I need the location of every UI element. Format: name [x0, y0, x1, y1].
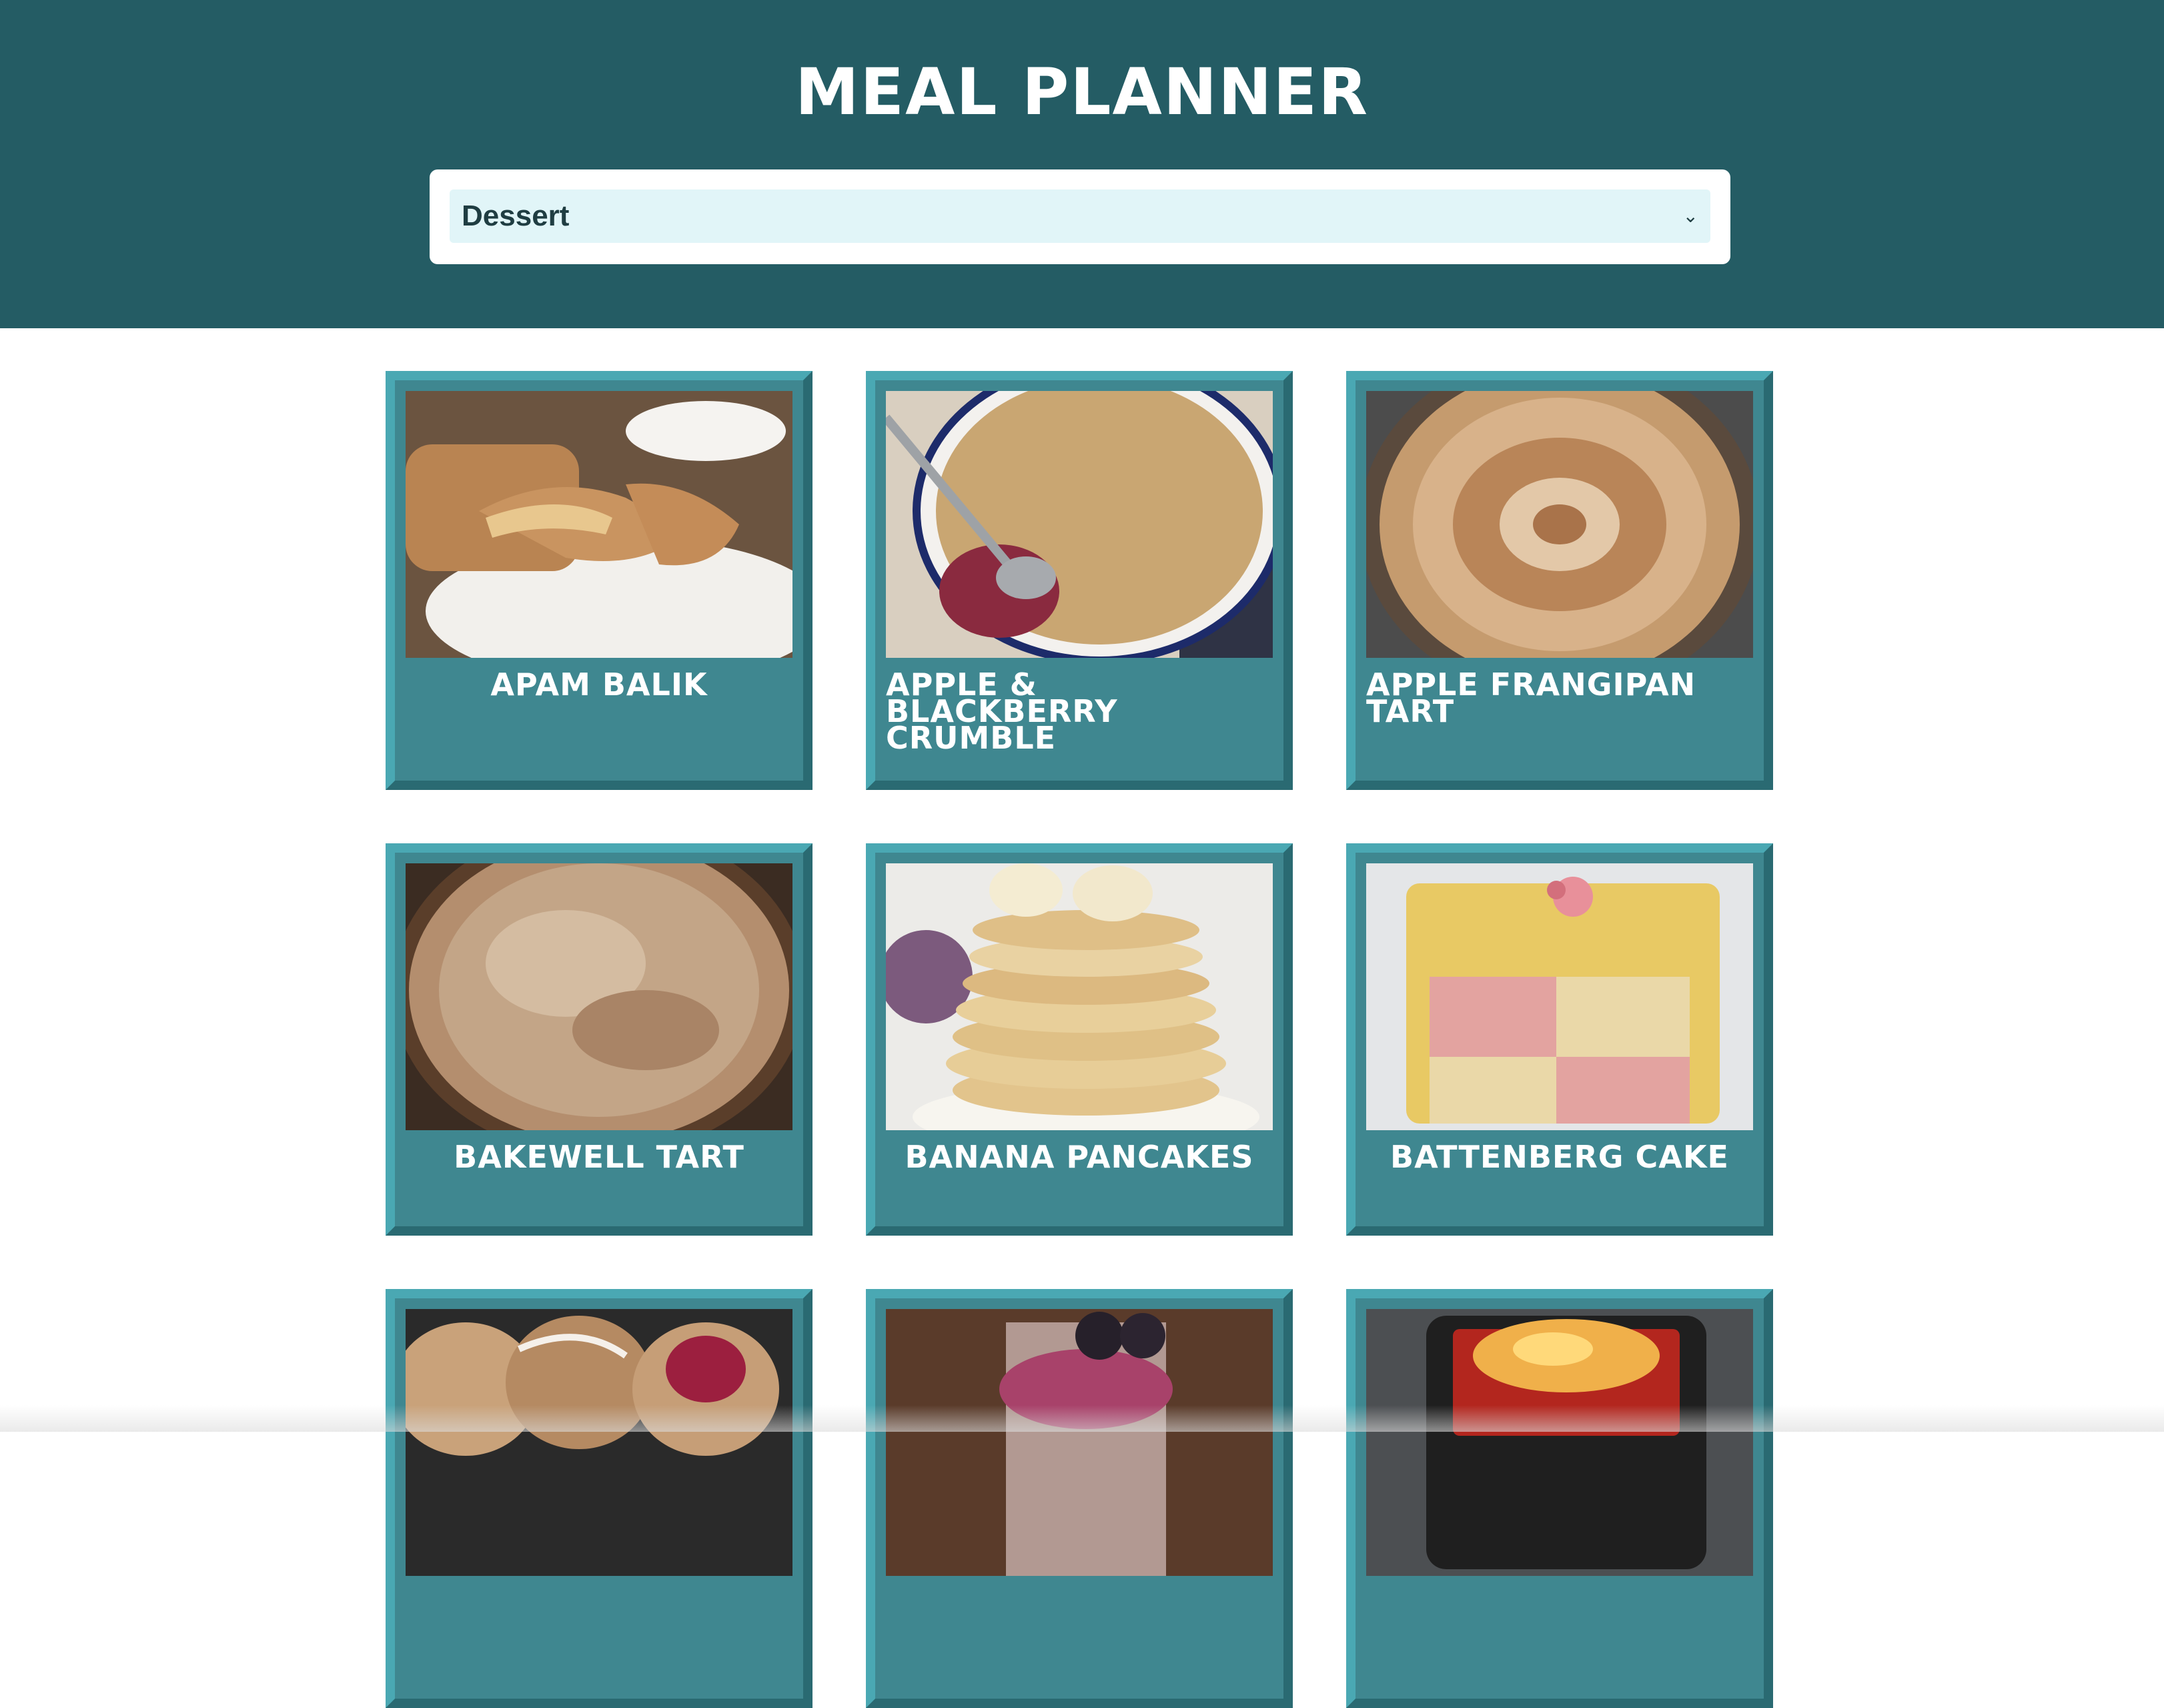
meal-title: Battenberg Cake — [1390, 1139, 1729, 1175]
meal-photo — [1366, 391, 1753, 658]
meal-photo — [886, 1309, 1273, 1576]
meal-card[interactable]: Banana Pancakes — [866, 843, 1293, 1236]
meal-title: Bakewell Tart — [454, 1139, 744, 1175]
meal-grid: Apam Balik Apple & Blackberry Crumble — [0, 0, 2164, 1708]
meal-photo — [886, 391, 1273, 658]
meal-title: Apple Frangipan Tart — [1366, 667, 1696, 729]
meal-card[interactable]: Battenberg Cake — [1346, 843, 1773, 1236]
meal-card[interactable]: Apple Frangipan Tart — [1346, 371, 1773, 790]
meal-card[interactable] — [866, 1289, 1293, 1708]
meal-photo — [1366, 863, 1753, 1130]
meal-photo — [406, 1309, 792, 1576]
bottom-shadow — [0, 1405, 2164, 1432]
meal-photo — [406, 863, 792, 1130]
meal-photo — [406, 391, 792, 658]
meal-card[interactable] — [1346, 1289, 1773, 1708]
meal-card[interactable]: Bakewell Tart — [386, 843, 813, 1236]
meal-photo — [1366, 1309, 1753, 1576]
meal-title: Banana Pancakes — [905, 1139, 1254, 1175]
meal-title: Apple & Blackberry Crumble — [886, 667, 1118, 756]
meal-card[interactable]: Apple & Blackberry Crumble — [866, 371, 1293, 790]
meal-card[interactable] — [386, 1289, 813, 1708]
meal-card[interactable]: Apam Balik — [386, 371, 813, 790]
meal-photo — [886, 863, 1273, 1130]
meal-title: Apam Balik — [490, 667, 708, 703]
